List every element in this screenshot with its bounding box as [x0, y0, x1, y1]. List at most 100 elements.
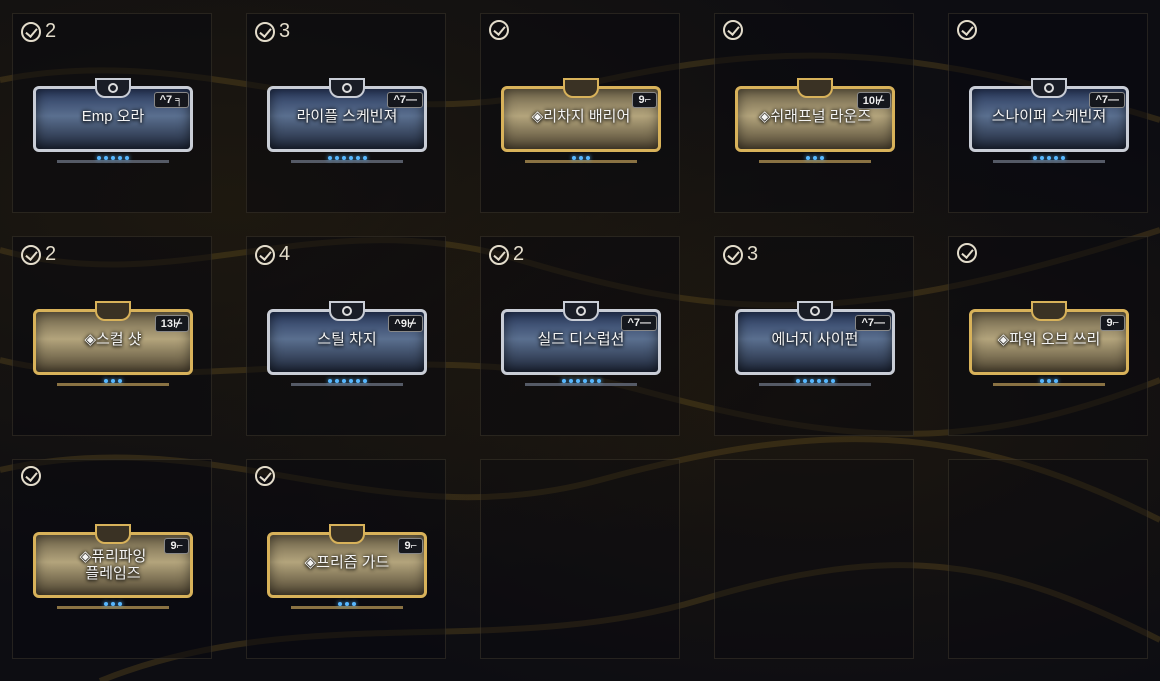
- check-circle-icon: [21, 466, 41, 486]
- check-circle-icon: [723, 244, 743, 265]
- check-circle-icon: [255, 244, 275, 265]
- mod-card[interactable]: 9⌐ ◈파워 오브 쓰리: [969, 301, 1129, 386]
- owned-count: 3: [747, 243, 759, 265]
- check-circle-icon: [957, 243, 977, 263]
- mod-card[interactable]: 10⊬ ◈쉬래프널 라운즈: [735, 78, 895, 163]
- mod-slot[interactable]: 9⌐ ◈파워 오브 쓰리: [948, 236, 1148, 436]
- rank-dot: [111, 379, 115, 383]
- mod-card[interactable]: 9⌐ ◈리차지 배리어: [501, 78, 661, 163]
- mod-cost: 13⊬: [154, 315, 189, 332]
- rank-dot: [355, 156, 360, 160]
- rank-dot: [1054, 156, 1058, 160]
- mod-cost: ^7—: [387, 92, 423, 108]
- mod-rank-bar: [993, 160, 1105, 163]
- rank-dot: [813, 156, 817, 160]
- polarity-icon: [329, 301, 365, 321]
- rank-dot: [334, 379, 339, 383]
- rank-dot: [823, 379, 828, 383]
- check-circle-icon: [21, 21, 41, 42]
- owned-indicator: 3: [255, 20, 290, 43]
- mod-card[interactable]: 9⌐ ◈퓨리파잉 플레임즈: [33, 524, 193, 609]
- mod-card[interactable]: ^7— 실드 디스럽션: [501, 301, 661, 386]
- mod-card[interactable]: 9⌐ ◈프리즘 가드: [267, 524, 427, 609]
- mod-slot[interactable]: 4 ^9⊬ 스틸 차지: [246, 236, 446, 436]
- mod-cost: ^7—: [621, 315, 657, 331]
- mod-rank-bar: [291, 383, 403, 386]
- rank-dot: [816, 379, 821, 383]
- rank-dot: [338, 602, 342, 606]
- polarity-icon: [95, 301, 131, 321]
- mod-rank-bar: [525, 160, 637, 163]
- mod-slot[interactable]: 3 ^7— 에너지 사이펀: [714, 236, 914, 436]
- mod-card[interactable]: 13⊬ ◈스컬 샷: [33, 301, 193, 386]
- rank-dot: [341, 379, 346, 383]
- owned-count: 2: [513, 243, 525, 265]
- mod-slot[interactable]: ^7— 스나이퍼 스케빈져: [948, 13, 1148, 213]
- mod-card[interactable]: ^7— 에너지 사이펀: [735, 301, 895, 386]
- polarity-icon: [563, 301, 599, 321]
- mod-name: ◈퓨리파잉 플레임즈: [79, 548, 147, 582]
- mod-rank-dots: [561, 379, 601, 383]
- mod-rank-bar: [57, 606, 169, 609]
- mod-name: ◈쉬래프널 라운즈: [758, 108, 872, 125]
- rank-dot: [1047, 156, 1051, 160]
- mod-slot[interactable]: 9⌐ ◈퓨리파잉 플레임즈: [12, 459, 212, 659]
- mod-rank-dots: [104, 379, 122, 383]
- owned-indicator: 2: [489, 243, 524, 266]
- rank-dot: [830, 379, 835, 383]
- empty-slot: [480, 459, 680, 659]
- owned-indicator: [957, 243, 981, 263]
- owned-indicator: 2: [21, 243, 56, 266]
- rank-dot: [362, 379, 367, 383]
- mod-name: Emp 오라: [81, 108, 145, 125]
- check-circle-icon: [255, 466, 275, 486]
- rank-dot: [97, 156, 101, 160]
- owned-count: 3: [279, 20, 291, 42]
- rank-dot: [586, 156, 590, 160]
- polarity-icon: [329, 524, 365, 544]
- mod-rank-dots: [572, 156, 590, 160]
- rank-dot: [341, 156, 346, 160]
- rank-dot: [1033, 156, 1037, 160]
- check-circle-icon: [957, 20, 977, 40]
- mod-card[interactable]: ^9⊬ 스틸 차지: [267, 301, 427, 386]
- mod-rank-dots: [97, 156, 129, 160]
- mod-slot[interactable]: 9⌐ ◈리차지 배리어: [480, 13, 680, 213]
- rank-dot: [572, 156, 576, 160]
- mod-rank-bar: [57, 383, 169, 386]
- polarity-icon: [1031, 301, 1067, 321]
- rank-dot: [118, 602, 122, 606]
- rank-dot: [118, 379, 122, 383]
- rank-dot: [795, 379, 800, 383]
- owned-indicator: [489, 20, 513, 40]
- polarity-icon: [1031, 78, 1067, 98]
- mod-card[interactable]: ^7 ╕ Emp 오라: [33, 78, 193, 163]
- rank-dot: [334, 156, 339, 160]
- owned-indicator: 2: [21, 20, 56, 43]
- mod-slot[interactable]: 2 13⊬ ◈스컬 샷: [12, 236, 212, 436]
- rank-dot: [820, 156, 824, 160]
- rank-dot: [348, 379, 353, 383]
- mod-card[interactable]: ^7— 스나이퍼 스케빈져: [969, 78, 1129, 163]
- rank-dot: [1054, 379, 1058, 383]
- mod-cost: 9⌐: [632, 92, 657, 108]
- rank-dot: [327, 379, 332, 383]
- mod-rank-dots: [1040, 379, 1058, 383]
- empty-slot: [948, 459, 1148, 659]
- mod-rank-bar: [759, 160, 871, 163]
- owned-count: 4: [279, 243, 291, 265]
- polarity-icon: [95, 524, 131, 544]
- rank-dot: [348, 156, 353, 160]
- mod-name: ◈스컬 샷: [84, 331, 142, 348]
- mod-slot[interactable]: 9⌐ ◈프리즘 가드: [246, 459, 446, 659]
- polarity-icon: [797, 301, 833, 321]
- rank-dot: [806, 156, 810, 160]
- polarity-icon: [797, 78, 833, 98]
- mod-slot[interactable]: 3 ^7— 라이플 스케빈져: [246, 13, 446, 213]
- mod-slot[interactable]: 2 ^7— 실드 디스럽션: [480, 236, 680, 436]
- owned-count: 2: [45, 243, 57, 265]
- mod-slot[interactable]: 10⊬ ◈쉬래프널 라운즈: [714, 13, 914, 213]
- mod-rank-dots: [795, 379, 835, 383]
- mod-slot[interactable]: 2 ^7 ╕ Emp 오라: [12, 13, 212, 213]
- mod-card[interactable]: ^7— 라이플 스케빈져: [267, 78, 427, 163]
